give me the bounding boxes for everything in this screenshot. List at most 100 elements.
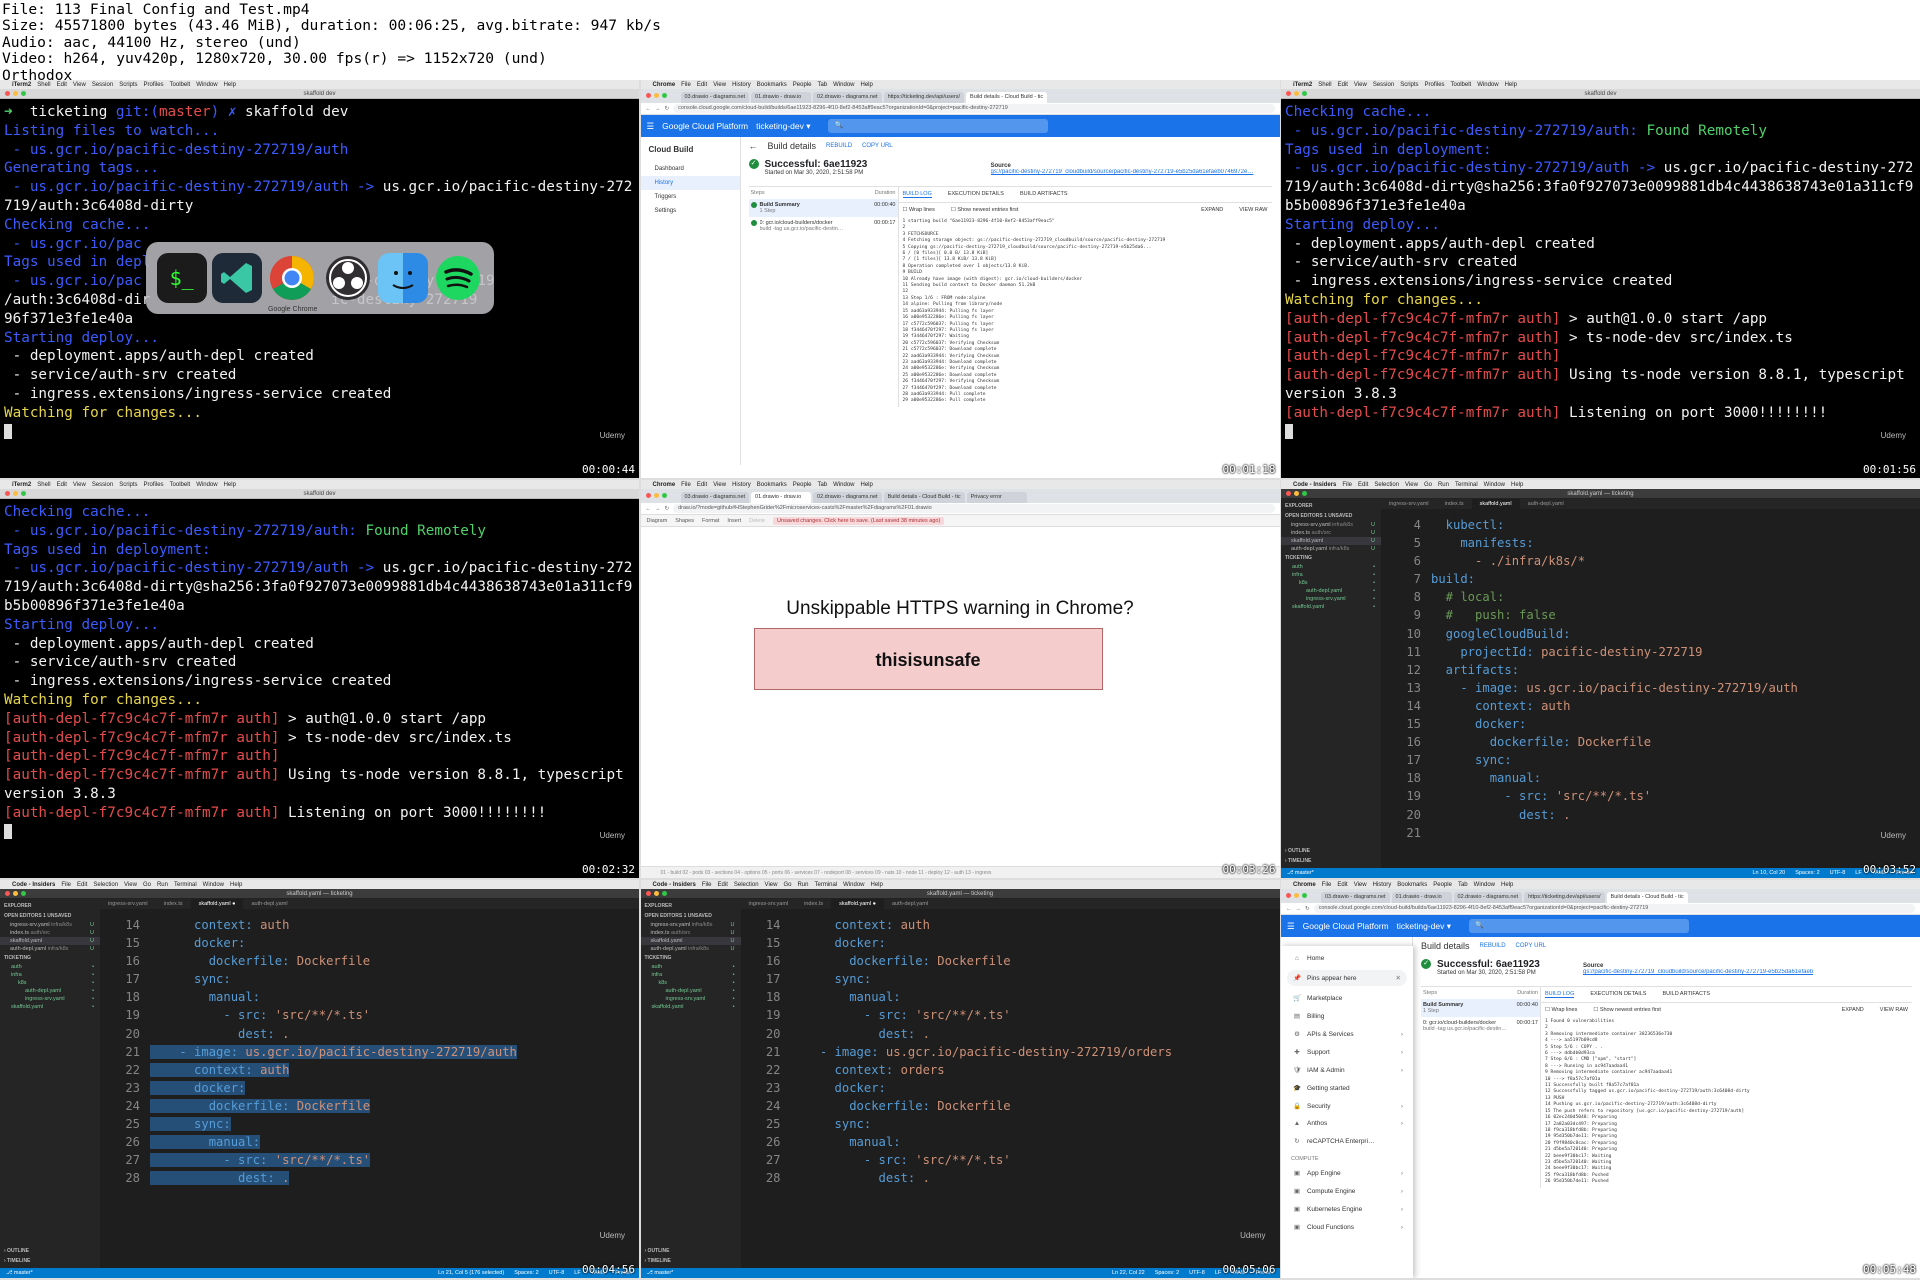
url-field[interactable]: console.cloud.google.com/cloud-build/bui… — [1313, 904, 1915, 913]
tab-build-artifacts[interactable]: BUILD ARTIFACTS — [1020, 191, 1068, 198]
status-item[interactable]: Ln 10, Col 20 — [1752, 868, 1785, 878]
menu-item[interactable]: Chrome — [653, 482, 676, 488]
status-item[interactable]: Spaces: 2 — [514, 1268, 538, 1278]
menu-item[interactable]: Edit — [1337, 882, 1347, 888]
timeline-section[interactable]: › TIMELINE — [0, 1256, 100, 1266]
status-item[interactable]: UTF-8 — [1830, 868, 1846, 878]
browser-tab[interactable]: Build details - Cloud Build - tic — [883, 492, 965, 503]
menu-item[interactable]: Terminal — [814, 882, 837, 888]
hamburger-icon[interactable]: ☰ — [647, 121, 655, 132]
menu-item[interactable]: Session — [92, 82, 113, 88]
menu-item[interactable]: History — [732, 482, 751, 488]
open-editor-item[interactable]: skaffold.yaml U — [0, 937, 100, 945]
step-row[interactable]: Build Summary 1 Step 00:00:40 — [1421, 999, 1540, 1017]
outline-section[interactable]: › OUTLINE — [1281, 846, 1381, 856]
menu-item[interactable]: History — [1373, 882, 1392, 888]
tree-item[interactable]: infra • — [0, 971, 100, 979]
diagram-box[interactable]: thisisunsafe — [753, 628, 1103, 690]
status-item[interactable]: LF — [1215, 1268, 1221, 1278]
step-row[interactable]: 0: gcr.io/cloud-builders/docker build -ta… — [1421, 1017, 1540, 1035]
nav-menu-item[interactable]: 🛡 IAM & Admin › — [1281, 1061, 1413, 1079]
sidebar-item-dashboard[interactable]: Dashboard — [641, 162, 740, 176]
gcp-product-name[interactable]: Google Cloud Platform — [1303, 921, 1389, 931]
menu-item[interactable]: Go — [143, 882, 151, 888]
menu-shapes[interactable]: Shapes — [675, 518, 694, 524]
editor-tab[interactable]: auth-depl.yaml — [243, 899, 295, 909]
tree-item[interactable]: skaffold.yaml • — [0, 1003, 100, 1011]
open-editor-item[interactable]: ingress-srv.yaml infra/k8s U — [641, 921, 741, 929]
menu-item[interactable]: View — [765, 882, 778, 888]
menu-item[interactable]: Bookmarks — [757, 82, 787, 88]
menu-item[interactable]: Help — [1501, 882, 1513, 888]
nav-menu-item[interactable]: ▲ Anthos › — [1281, 1115, 1413, 1132]
nav-menu-item[interactable]: ⌂ Home — [1281, 950, 1413, 967]
menu-item[interactable]: Window — [1484, 482, 1505, 488]
editor-tab[interactable]: index.ts — [1437, 499, 1472, 509]
menu-item[interactable]: Window — [833, 82, 854, 88]
nav-menu-item[interactable]: ✚ Support › — [1281, 1043, 1413, 1061]
menu-item[interactable]: Window — [196, 82, 217, 88]
menu-item[interactable]: Edit — [57, 482, 67, 488]
menu-item[interactable]: Edit — [697, 482, 707, 488]
nav-menu-item[interactable]: ▣ App Engine › — [1281, 1164, 1413, 1182]
drawio-canvas[interactable]: Unskippable HTTPS warning in Chrome? thi… — [640, 530, 1280, 860]
browser-tab[interactable]: 03.drawio - diagrams.net — [1321, 892, 1390, 903]
url-field[interactable]: draw.io/?mode=github#HStephenGrider%2Fmi… — [673, 504, 1275, 513]
menu-item[interactable]: Edit — [1358, 482, 1368, 488]
menu-item[interactable]: Terminal — [174, 882, 197, 888]
timeline-section[interactable]: › TIMELINE — [1281, 856, 1381, 866]
terminal-cursor[interactable] — [4, 424, 12, 440]
menu-item[interactable]: Toolbelt — [1451, 82, 1472, 88]
menu-item[interactable]: File — [61, 882, 71, 888]
nav-menu-item[interactable]: ▣ Compute Engine › — [1281, 1182, 1413, 1200]
menu-item[interactable]: Run — [797, 882, 808, 888]
open-editor-item[interactable]: auth-depl.yaml infra/k8s U — [641, 945, 741, 953]
editor-tab[interactable]: index.ts — [156, 899, 191, 909]
open-editor-item[interactable]: auth-depl.yaml infra/k8s U — [0, 945, 100, 953]
nav-menu-item[interactable]: ▣ Cloud Functions › — [1281, 1218, 1413, 1236]
menu-item[interactable]: Shell — [37, 482, 50, 488]
code-editor[interactable]: 4 kubectl: 5 manifests: 6 - ./infra/k8s/* 7… — [1381, 516, 1920, 842]
menu-item[interactable]: Go — [783, 882, 791, 888]
newest-first-checkbox[interactable]: ☐ Show newest entries first — [1593, 1007, 1661, 1013]
wrap-lines-checkbox[interactable]: ☐ Wrap lines — [903, 207, 935, 213]
menu-item[interactable]: File — [702, 882, 712, 888]
menu-item[interactable]: Session — [92, 482, 113, 488]
back-arrow-icon[interactable]: ← — [749, 141, 758, 151]
tree-item[interactable]: ingress-srv.yaml • — [0, 995, 100, 1003]
menu-item[interactable]: iTerm2 — [12, 482, 31, 488]
menu-item[interactable]: Terminal — [1455, 482, 1478, 488]
status-item[interactable]: Ln 21, Col 5 (176 selected) — [438, 1268, 504, 1278]
expand-button[interactable]: EXPAND — [1201, 207, 1223, 213]
browser-tab[interactable]: 01.drawio - draw.io — [751, 92, 812, 103]
tree-item[interactable]: k8s • — [641, 979, 741, 987]
project-selector[interactable]: ticketing-dev ▾ — [1397, 921, 1451, 932]
status-item[interactable]: Ln 22, Col 22 — [1112, 1268, 1145, 1278]
nav-menu-item[interactable]: 🔒 Security › — [1281, 1097, 1413, 1115]
menu-item[interactable]: Selection — [1374, 482, 1399, 488]
reload-icon[interactable]: ↻ — [665, 506, 670, 512]
forward-icon[interactable]: → — [655, 106, 661, 112]
menu-item[interactable]: View — [1405, 482, 1418, 488]
menu-item[interactable]: Window — [1477, 82, 1498, 88]
open-editor-item[interactable]: index.ts auth/src U — [1281, 529, 1381, 537]
menu-item[interactable]: View — [713, 82, 726, 88]
editor-tab[interactable]: ingress-srv.yaml — [100, 899, 156, 909]
vscode-insiders-icon[interactable] — [211, 253, 262, 303]
open-editor-item[interactable]: skaffold.yaml U — [640, 937, 741, 945]
browser-tab[interactable]: 01.drawio - draw.io — [751, 492, 812, 503]
tree-item[interactable]: auth-depl.yaml • — [641, 987, 741, 995]
menu-item[interactable]: Code - Insiders — [653, 882, 696, 888]
menu-insert[interactable]: Insert — [727, 518, 741, 524]
tab-build-artifacts[interactable]: BUILD ARTIFACTS — [1662, 991, 1710, 998]
menu-item[interactable]: Help — [1511, 482, 1523, 488]
menu-item[interactable]: Window — [843, 882, 864, 888]
menu-diagram[interactable]: Diagram — [647, 518, 668, 524]
open-editors-header[interactable]: OPEN EDITORS 1 UNSAVED — [641, 911, 741, 921]
menu-item[interactable]: View — [73, 82, 86, 88]
git-branch[interactable]: ⎇ master* — [1287, 868, 1314, 878]
menu-item[interactable]: Help — [861, 82, 873, 88]
tab-build-log[interactable]: BUILD LOG — [902, 191, 932, 198]
open-editor-item[interactable]: index.ts auth/src U — [641, 929, 741, 937]
menu-item[interactable]: Help — [224, 482, 236, 488]
